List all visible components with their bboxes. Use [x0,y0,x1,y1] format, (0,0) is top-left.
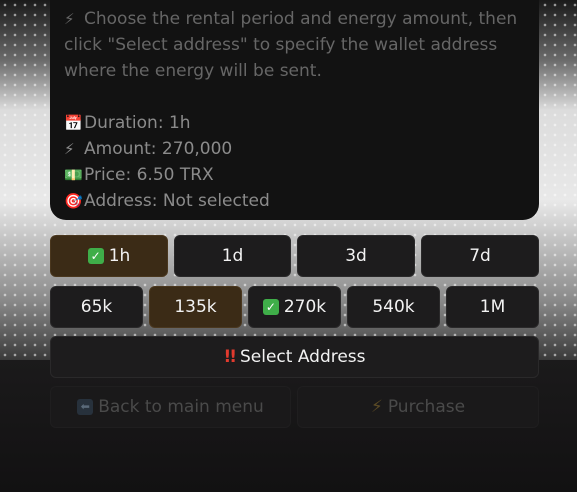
back-arrow-icon: ⬅ [77,399,94,415]
amount-label: 540k [372,297,415,317]
amount-line: ⚡ Amount: 270,000 [64,136,525,162]
back-label: Back to main menu [98,397,264,417]
intro-text: Choose the rental period and energy amou… [64,9,518,81]
lightning-icon: ⚡ [64,140,75,158]
purchase-label: Purchase [387,397,466,417]
amount-label: 65k [80,297,113,317]
amount-button-1m[interactable]: 1M [446,286,539,328]
duration-button-1h[interactable]: ✓ 1h [50,235,168,277]
target-icon: 🎯 [64,192,83,210]
check-icon: ✓ [262,299,279,315]
duration-button-3d[interactable]: 3d [297,235,415,277]
duration-label: 7d [469,246,491,266]
select-address-label: Select Address [239,347,366,367]
amount-label: 270k [283,297,327,317]
duration-line: 📅Duration: 1h [64,110,525,136]
lightning-icon: ⚡ [370,397,383,417]
duration-button-7d[interactable]: 7d [421,235,539,277]
amount-button-270k[interactable]: ✓ 270k [248,286,341,328]
amount-button-135k[interactable]: 135k [149,286,242,328]
lightning-icon: ⚡ [64,10,75,28]
duration-label: 1h [108,246,131,266]
amount-button-540k[interactable]: 540k [347,286,440,328]
amount-label: 1M [479,297,506,317]
check-icon: ✓ [87,248,104,264]
bot-message: ⚡ Choose the rental period and energy amo… [50,0,539,220]
amount-text: Amount: 270,000 [84,139,233,159]
address-line: 🎯Address: Not selected [64,188,525,214]
money-icon: 💵 [64,166,83,184]
calendar-icon: 📅 [64,114,83,132]
back-to-main-menu-button[interactable]: ⬅ Back to main menu [50,386,291,428]
amount-button-65k[interactable]: 65k [50,286,143,328]
duration-button-1d[interactable]: 1d [174,235,291,277]
amount-label: 135k [174,297,217,317]
price-line: 💵Price: 6.50 TRX [64,162,525,188]
double-exclamation-icon: !! [223,347,236,367]
duration-label: 3d [345,246,367,266]
duration-label: 1d [221,246,244,266]
price-text: Price: 6.50 TRX [84,165,214,185]
address-text: Address: Not selected [84,191,270,211]
select-address-button[interactable]: !! Select Address [50,336,539,378]
message-intro: ⚡ Choose the rental period and energy amo… [64,6,525,84]
duration-text: Duration: 1h [84,113,191,133]
purchase-button[interactable]: ⚡ Purchase [297,386,539,428]
